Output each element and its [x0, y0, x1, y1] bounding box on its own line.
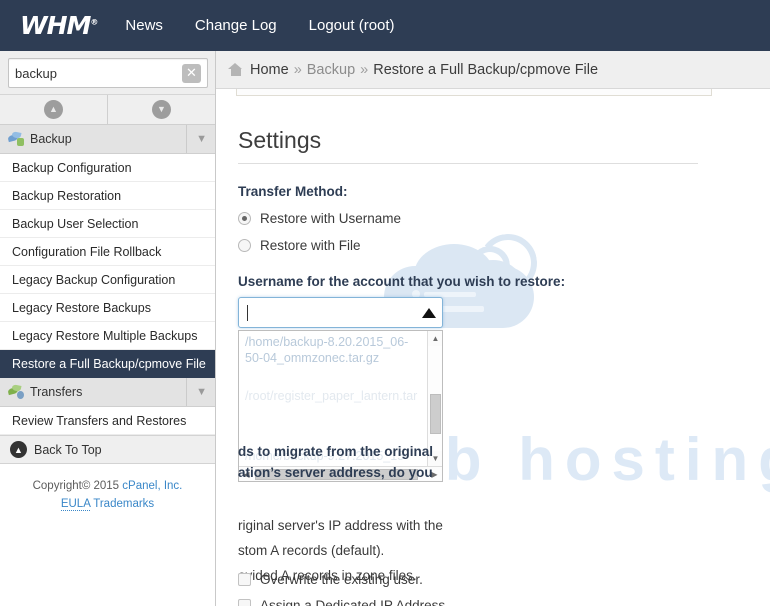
whm-logo-text: WHM — [20, 11, 91, 40]
sidebar-item-legacy-backup-configuration[interactable]: Legacy Backup Configuration — [0, 266, 215, 294]
chevron-down-icon[interactable]: ▼ — [186, 378, 207, 406]
sidebar-item-backup-restoration[interactable]: Backup Restoration — [0, 182, 215, 210]
scroll-up-icon[interactable]: ▲ — [428, 331, 442, 346]
back-to-top-label: Back To Top — [34, 442, 102, 457]
list-item[interactable]: /home/backup-8.20.2015_06-50-04_ommzonec… — [245, 334, 417, 366]
username-combobox: /home/backup-8.20.2015_06-50-04_ommzonec… — [238, 297, 443, 482]
eula-link[interactable]: EULA — [60, 498, 91, 511]
nav-link-logout[interactable]: Logout (root) — [309, 17, 395, 34]
chevron-up-icon: ▲ — [44, 100, 63, 119]
ip-migration-question: ds to migrate from the original ation’s … — [238, 441, 708, 483]
radio-restore-with-username[interactable]: Restore with Username — [238, 211, 698, 226]
clear-search-icon[interactable]: ✕ — [182, 63, 201, 83]
search-input-value: backup — [15, 65, 57, 81]
breadcrumb-current-page: Restore a Full Backup/cpmove File — [373, 61, 599, 78]
nav-link-news[interactable]: News — [125, 17, 163, 34]
top-navbar: WHM® News Change Log Logout (root) — [0, 0, 770, 51]
sidebar-item-legacy-restore-backups[interactable]: Legacy Restore Backups — [0, 294, 215, 322]
checkbox-icon[interactable] — [238, 599, 251, 606]
sidebar-item-label: Legacy Backup Configuration — [12, 272, 176, 287]
panel-top-edge — [236, 89, 712, 96]
radio-label: Restore with File — [260, 238, 361, 253]
sidebar-item-review-transfers-and-restores[interactable]: Review Transfers and Restores — [0, 407, 215, 435]
whm-logo-trademark: ® — [90, 17, 98, 27]
breadcrumb-separator: » — [293, 61, 302, 78]
content-body: Web hosting Settings Transfer Method: Re… — [216, 89, 770, 606]
transfer-method-label: Transfer Method: — [238, 184, 348, 199]
sidebar-footer: Copyright© 2015 cPanel, Inc. EULA Tradem… — [0, 464, 215, 513]
sidebar-scroll-down-button[interactable]: ▼ — [107, 95, 215, 124]
whm-page: WHM® News Change Log Logout (root) backu… — [0, 0, 770, 606]
transfers-icon — [7, 384, 24, 399]
sidebar-scroll-up-button[interactable]: ▲ — [0, 95, 107, 124]
sidebar-item-backup-user-selection[interactable]: Backup User Selection — [0, 210, 215, 238]
sidebar-group-backup-label: Backup — [30, 132, 72, 146]
home-icon[interactable] — [228, 63, 243, 76]
scrollbar-thumb[interactable] — [430, 394, 441, 434]
main-content: Home » Backup » Restore a Full Backup/cp… — [216, 51, 770, 606]
sidebar-item-legacy-restore-multiple-backups[interactable]: Legacy Restore Multiple Backups — [0, 322, 215, 350]
username-field-label: Username for the account that you wish t… — [238, 274, 566, 289]
sidebar-group-transfers[interactable]: Transfers ▼ — [0, 378, 215, 407]
settings-section: Settings Transfer Method: Restore with U… — [238, 127, 698, 482]
sidebar-search-area: backup ✕ — [0, 51, 215, 95]
checkbox-overwrite-existing-user[interactable]: Overwrite the existing user. — [238, 572, 445, 587]
list-item[interactable]: /root/register_paper_lantern.tar — [245, 388, 421, 404]
sidebar-item-label: Backup Restoration — [12, 188, 122, 203]
nav-link-change-log[interactable]: Change Log — [195, 17, 277, 34]
sidebar-group-backup[interactable]: Backup ▼ — [0, 125, 215, 154]
sidebar-item-label: Backup Configuration — [12, 160, 132, 175]
sidebar-item-label: Legacy Restore Backups — [12, 300, 151, 315]
backup-icon — [7, 131, 24, 146]
page-title: Settings — [238, 127, 698, 164]
checkbox-icon[interactable] — [238, 573, 251, 586]
username-input[interactable] — [238, 297, 443, 328]
checkbox-label: Assign a Dedicated IP Address — [260, 598, 446, 606]
text-cursor — [247, 304, 248, 321]
checkbox-label: Overwrite the existing user. — [260, 572, 423, 587]
sidebar-item-restore-full-backup[interactable]: Restore a Full Backup/cpmove File — [0, 350, 215, 378]
sidebar-item-configuration-file-rollback[interactable]: Configuration File Rollback — [0, 238, 215, 266]
radio-button-icon[interactable] — [238, 212, 251, 225]
ip-question-line-1: ds to migrate from the original — [238, 444, 434, 459]
sidebar: backup ✕ ▲ ▼ Backup ▼ Backup Configurati… — [0, 51, 216, 606]
radio-restore-with-file[interactable]: Restore with File — [238, 238, 698, 253]
sidebar-item-label: Review Transfers and Restores — [12, 413, 187, 428]
sidebar-item-backup-configuration[interactable]: Backup Configuration — [0, 154, 215, 182]
copyright-text: Copyright© 2015 — [32, 480, 123, 492]
radio-label: Restore with Username — [260, 211, 402, 226]
radio-button-icon[interactable] — [238, 239, 251, 252]
sidebar-item-label: Restore a Full Backup/cpmove File — [12, 356, 206, 371]
sidebar-item-label: Legacy Restore Multiple Backups — [12, 328, 198, 343]
arrow-up-icon: ▲ — [10, 441, 27, 458]
breadcrumb: Home » Backup » Restore a Full Backup/cp… — [216, 51, 770, 89]
chevron-down-icon[interactable]: ▼ — [186, 125, 207, 153]
sidebar-scroll-controls: ▲ ▼ — [0, 95, 215, 125]
cpanel-link[interactable]: cPanel, Inc. — [122, 480, 182, 492]
whm-logo[interactable]: WHM® — [20, 11, 98, 40]
trademarks-link[interactable]: Trademarks — [93, 498, 154, 510]
checkbox-assign-dedicated-ip[interactable]: Assign a Dedicated IP Address — [238, 598, 445, 606]
breadcrumb-home[interactable]: Home — [250, 62, 289, 78]
ip-question-line-2: ation’s server address, do you — [238, 465, 433, 480]
breadcrumb-section[interactable]: Backup — [307, 62, 355, 78]
sidebar-item-label: Configuration File Rollback — [12, 244, 162, 259]
chevron-down-icon: ▼ — [152, 100, 171, 119]
back-to-top-button[interactable]: ▲ Back To Top — [0, 435, 215, 464]
sidebar-item-label: Backup User Selection — [12, 216, 139, 231]
breadcrumb-separator: » — [360, 61, 369, 78]
caret-up-icon[interactable] — [422, 307, 436, 318]
sidebar-group-transfers-label: Transfers — [30, 385, 83, 399]
search-input[interactable]: backup ✕ — [8, 58, 208, 88]
ip-option-2[interactable]: stom A records (default). — [238, 538, 708, 563]
options-checkboxes: Overwrite the existing user. Assign a De… — [238, 572, 445, 606]
ip-option-1[interactable]: riginal server's IP address with the — [238, 513, 708, 538]
